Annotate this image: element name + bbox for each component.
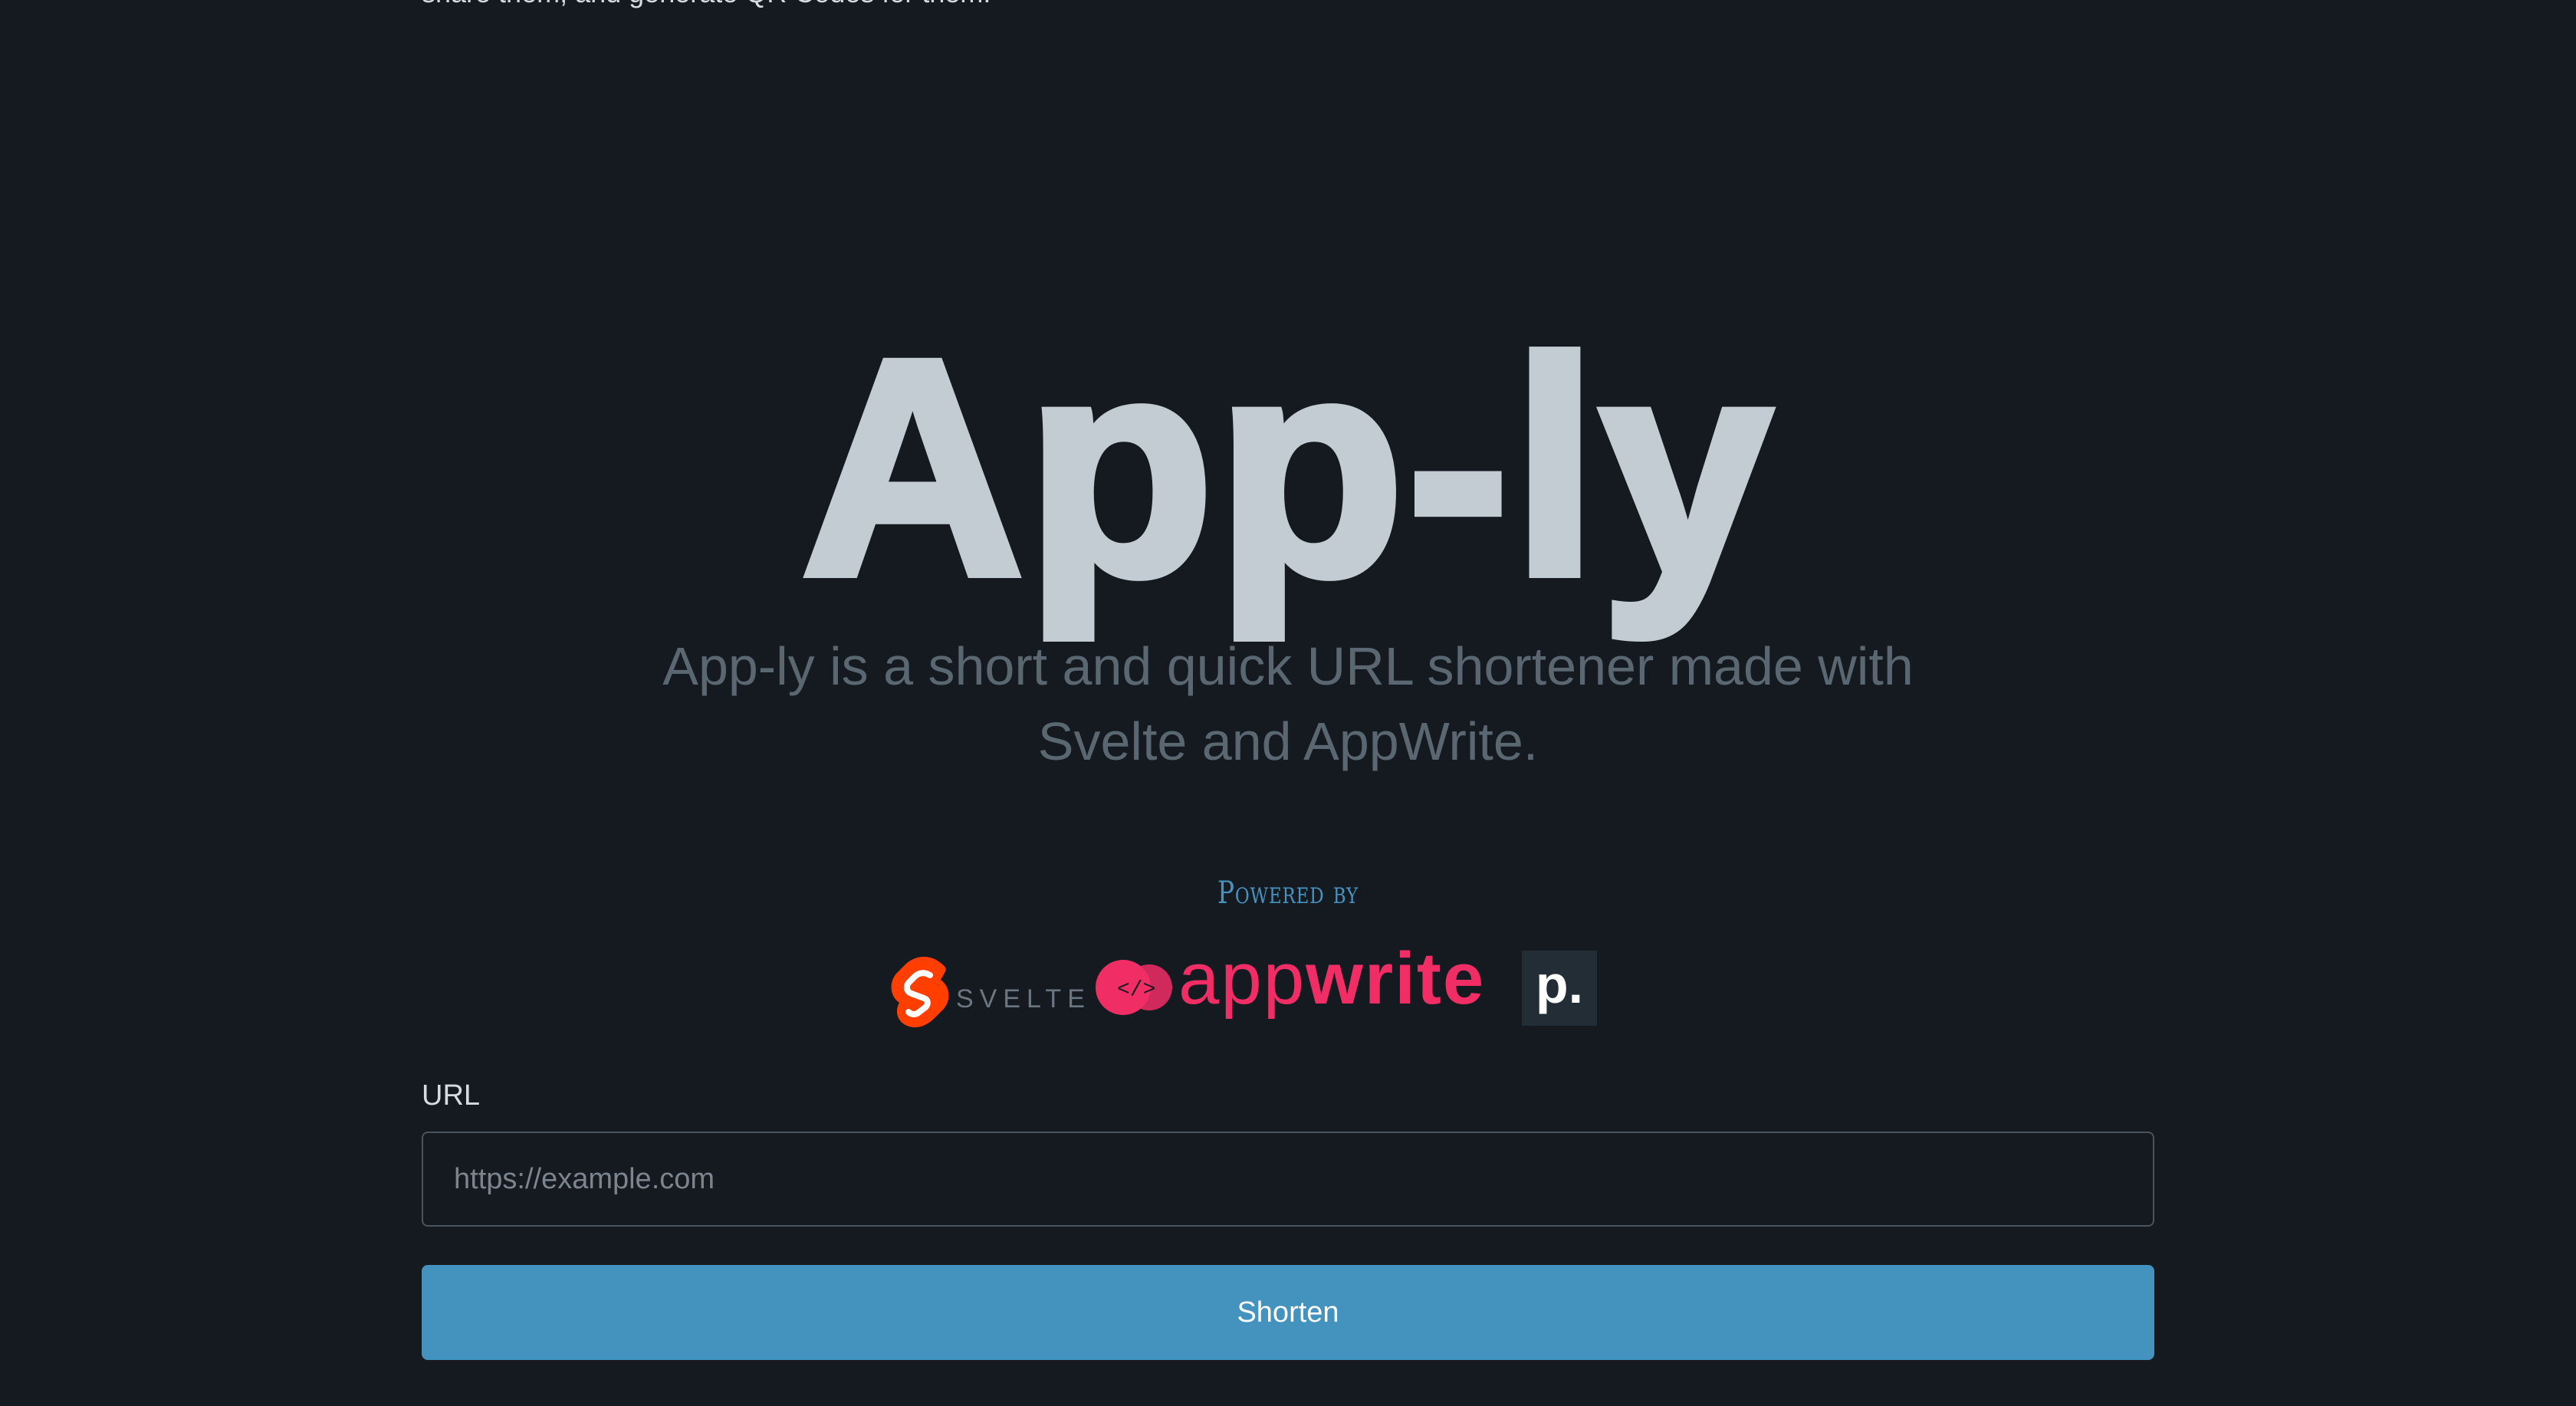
url-input[interactable] (422, 1132, 2154, 1227)
appwrite-logo-text-bold: write (1306, 938, 1486, 1020)
url-label: URL (422, 1079, 481, 1112)
intro-text-line: share them, and generate QR Codes for th… (422, 0, 991, 8)
powered-by-label: Powered by (1217, 875, 1359, 911)
hero-title: App-ly (797, 296, 1776, 639)
intro-text: share them, and generate QR Codes for th… (422, 0, 2154, 18)
appwrite-icon: </> (1096, 960, 1172, 1015)
hero-subtitle: App-ly is a short and quick URL shortene… (662, 636, 1914, 771)
appwrite-logo-text-light: app (1178, 938, 1306, 1020)
svelte-icon (891, 956, 949, 1028)
shorten-button[interactable]: Shorten (422, 1265, 2154, 1360)
powered-by-logos: SVELTE </> appwrite p. (886, 938, 1606, 1029)
svg-text:</>: </> (1117, 978, 1155, 1002)
svelte-logo[interactable]: SVELTE (886, 952, 1085, 1029)
page: share them, and generate QR Codes for th… (0, 0, 2576, 1406)
appwrite-logo[interactable]: </> appwrite (1094, 938, 1484, 1021)
p-logo[interactable]: p. (1522, 951, 1597, 1026)
svelte-logo-text: SVELTE (956, 984, 1091, 1013)
appwrite-logo-text: appwrite (1178, 937, 1485, 1021)
